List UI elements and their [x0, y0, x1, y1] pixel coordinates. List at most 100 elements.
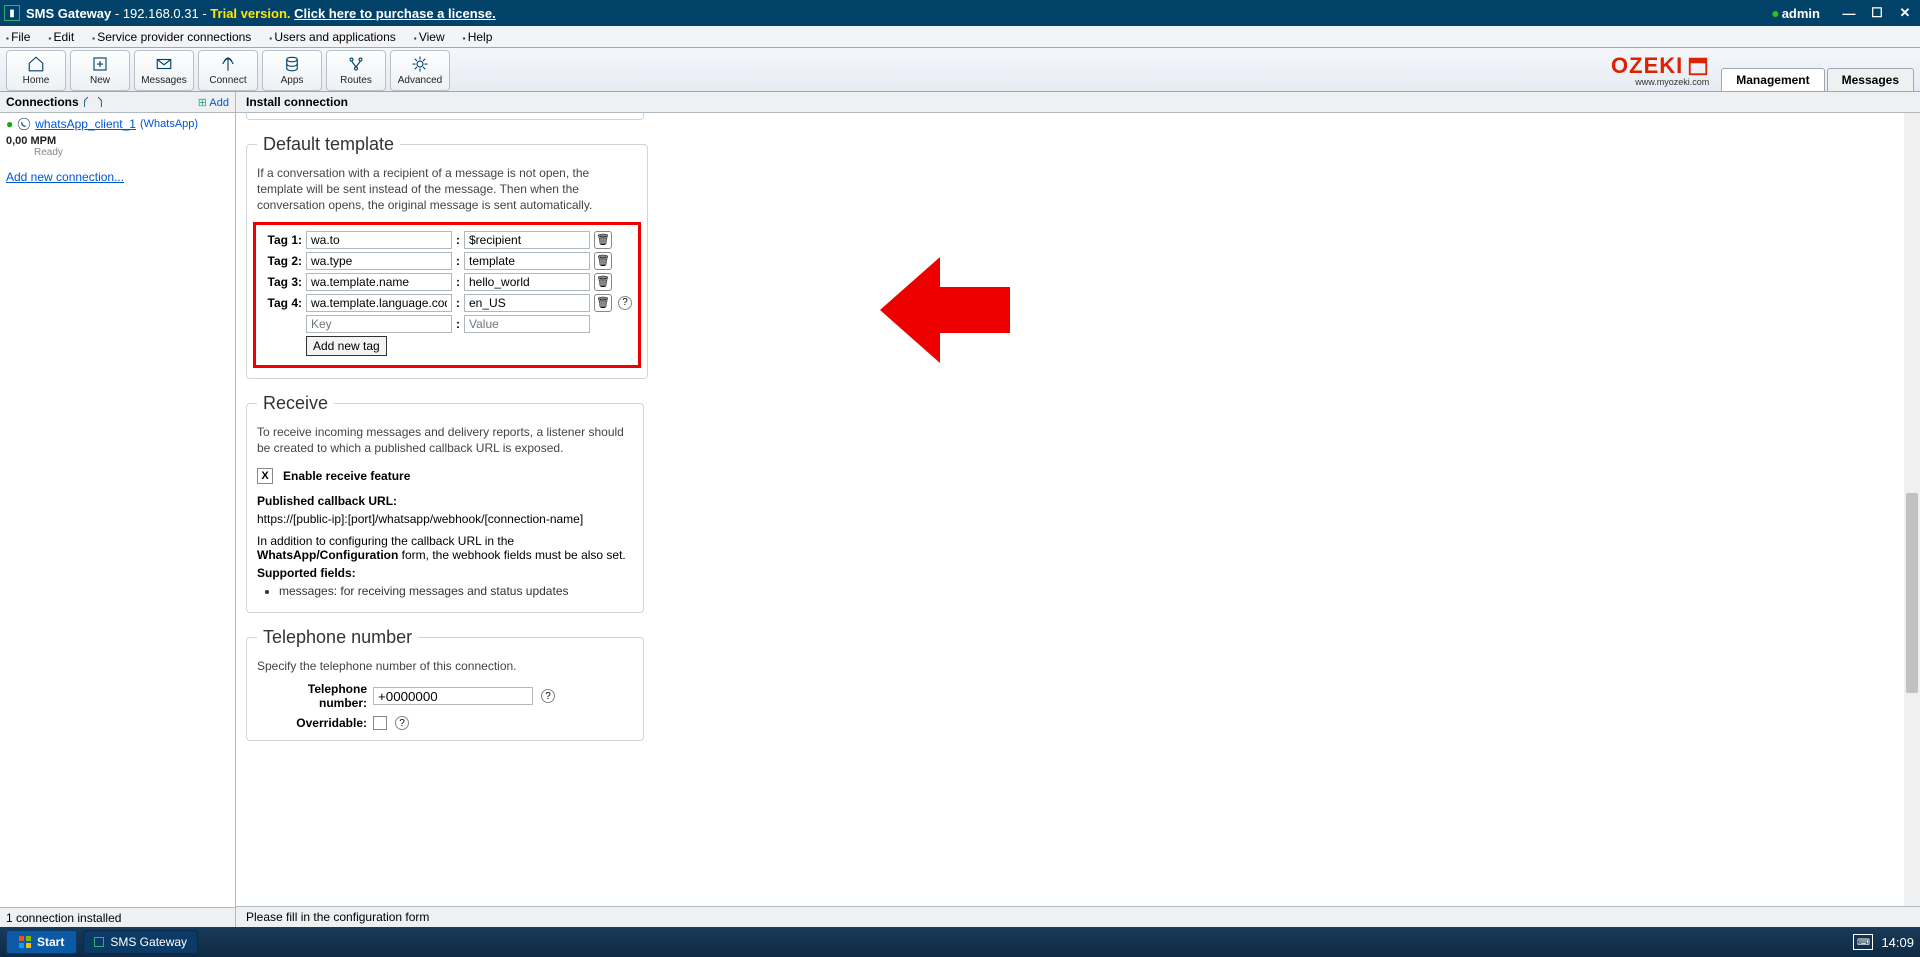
telephone-fieldset: Telephone number Specify the telephone n…	[246, 627, 644, 741]
taskbar-clock: 14:09	[1881, 935, 1914, 950]
connect-button[interactable]: Connect	[198, 50, 258, 91]
close-button[interactable]: ✕	[1894, 4, 1916, 22]
default-template-fieldset: Default template If a conversation with …	[246, 134, 648, 379]
calendar-icon	[1687, 55, 1709, 77]
tag-2-label: Tag 2:	[262, 254, 302, 268]
telephone-legend: Telephone number	[257, 627, 418, 648]
brand-logo: OZEKI www.myozeki.com	[1611, 50, 1715, 91]
menu-edit[interactable]: Edit	[48, 30, 74, 44]
tag-4-value-input[interactable]	[464, 294, 590, 312]
tag-1-delete-button[interactable]: 🗑	[594, 231, 612, 249]
apps-button[interactable]: Apps	[262, 50, 322, 91]
menu-view[interactable]: View	[414, 30, 445, 44]
published-url-label: Published callback URL:	[257, 494, 633, 508]
add-new-tag-button[interactable]: Add new tag	[306, 336, 387, 356]
tag-3-key-input[interactable]	[306, 273, 452, 291]
home-button[interactable]: Home	[6, 50, 66, 91]
menu-service-provider[interactable]: Service provider connections	[92, 30, 251, 44]
routes-icon	[347, 55, 365, 73]
telephone-desc: Specify the telephone number of this con…	[257, 658, 633, 674]
tag-1-value-input[interactable]	[464, 231, 590, 249]
tag-1-label: Tag 1:	[262, 233, 302, 247]
tag-row-2: Tag 2: : 🗑	[262, 252, 632, 270]
supported-fields-label: Supported fields:	[257, 566, 633, 580]
connection-item[interactable]: ● whatsApp_client_1 (WhatsApp) 0,00 MPM …	[0, 113, 235, 162]
enable-receive-checkbox[interactable]: X	[257, 468, 273, 484]
tray-keyboard-icon[interactable]: ⌨	[1853, 934, 1873, 950]
default-template-desc: If a conversation with a recipient of a …	[257, 165, 637, 214]
add-new-connection-link[interactable]: Add new connection...	[0, 162, 235, 192]
menu-file[interactable]: File	[6, 30, 30, 44]
help-icon[interactable]: ?	[618, 296, 632, 310]
start-button[interactable]: Start	[6, 930, 77, 954]
new-button[interactable]: New	[70, 50, 130, 91]
tag-2-value-input[interactable]	[464, 252, 590, 270]
home-icon	[27, 55, 45, 73]
titlebar: ▮ SMS Gateway - 192.168.0.31 - Trial ver…	[0, 0, 1920, 26]
connection-name-link[interactable]: whatsApp_client_1	[35, 117, 136, 131]
overridable-checkbox[interactable]	[373, 716, 387, 730]
enable-receive-label: Enable receive feature	[283, 469, 410, 483]
tab-messages[interactable]: Messages	[1827, 68, 1914, 91]
advanced-button[interactable]: Advanced	[390, 50, 450, 91]
messages-button[interactable]: Messages	[134, 50, 194, 91]
webhook-note: In addition to configuring the callback …	[257, 534, 633, 562]
tag-3-delete-button[interactable]: 🗑	[594, 273, 612, 291]
tag-row-1: Tag 1: : 🗑	[262, 231, 632, 249]
scrollbar[interactable]	[1904, 113, 1920, 906]
receive-legend: Receive	[257, 393, 334, 414]
tag-row-4: Tag 4: : 🗑 ?	[262, 294, 632, 312]
telephone-input[interactable]	[373, 687, 533, 705]
menu-help[interactable]: Help	[463, 30, 493, 44]
menu-users[interactable]: Users and applications	[269, 30, 395, 44]
tag-4-delete-button[interactable]: 🗑	[594, 294, 612, 312]
toolbar: Home New Messages Connect Apps Routes Ad…	[0, 48, 1920, 92]
plus-icon	[91, 55, 109, 73]
maximize-button[interactable]: ☐	[1866, 4, 1888, 22]
connection-status: Ready	[34, 147, 229, 158]
purchase-link[interactable]: Click here to purchase a license.	[294, 6, 496, 21]
tag-2-key-input[interactable]	[306, 252, 452, 270]
tag-1-key-input[interactable]	[306, 231, 452, 249]
annotation-arrow	[880, 247, 1010, 376]
connections-icon	[83, 95, 103, 109]
connections-count: 1 connection installed	[0, 907, 235, 927]
content-header: Install connection	[236, 92, 1920, 113]
taskbar-item-sms-gateway[interactable]: SMS Gateway	[83, 930, 198, 954]
content-footer: Please fill in the configuration form	[236, 906, 1920, 927]
status-dot-icon: ●	[6, 117, 13, 131]
new-tag-value-input[interactable]	[464, 315, 590, 333]
minimize-button[interactable]: —	[1838, 4, 1860, 22]
envelope-icon	[155, 55, 173, 73]
antenna-icon	[219, 55, 237, 73]
tag-4-label: Tag 4:	[262, 296, 302, 310]
current-user: admin	[1782, 6, 1820, 21]
connections-header: Connections	[6, 95, 79, 109]
default-template-legend: Default template	[257, 134, 400, 155]
tag-4-key-input[interactable]	[306, 294, 452, 312]
receive-desc: To receive incoming messages and deliver…	[257, 424, 633, 456]
content-panel: Install connection X Mark incoming messa…	[236, 92, 1920, 927]
connection-rate: 0,00 MPM	[6, 135, 56, 147]
overridable-label: Overridable:	[257, 716, 367, 730]
app-title: SMS Gateway	[26, 6, 111, 21]
tag-3-label: Tag 3:	[262, 275, 302, 289]
windows-icon	[19, 936, 31, 948]
tag-2-delete-button[interactable]: 🗑	[594, 252, 612, 270]
gear-icon	[411, 55, 429, 73]
published-url: https://[public-ip]:[port]/whatsapp/webh…	[257, 512, 633, 526]
highlighted-region: Tag 1: : 🗑 Tag 2: : 🗑	[253, 222, 641, 368]
taskbar: Start SMS Gateway ⌨ 14:09	[0, 927, 1920, 957]
add-connection-link[interactable]: Add	[198, 96, 229, 109]
new-tag-key-input[interactable]	[306, 315, 452, 333]
help-icon[interactable]: ?	[395, 716, 409, 730]
routes-button[interactable]: Routes	[326, 50, 386, 91]
trial-label: Trial version.	[210, 6, 290, 21]
receive-fieldset: Receive To receive incoming messages and…	[246, 393, 644, 613]
database-icon	[283, 55, 301, 73]
tag-3-value-input[interactable]	[464, 273, 590, 291]
tag-row-new: :	[262, 315, 632, 333]
supported-field-item: messages: for receiving messages and sta…	[279, 584, 633, 598]
help-icon[interactable]: ?	[541, 689, 555, 703]
tab-management[interactable]: Management	[1721, 68, 1824, 91]
